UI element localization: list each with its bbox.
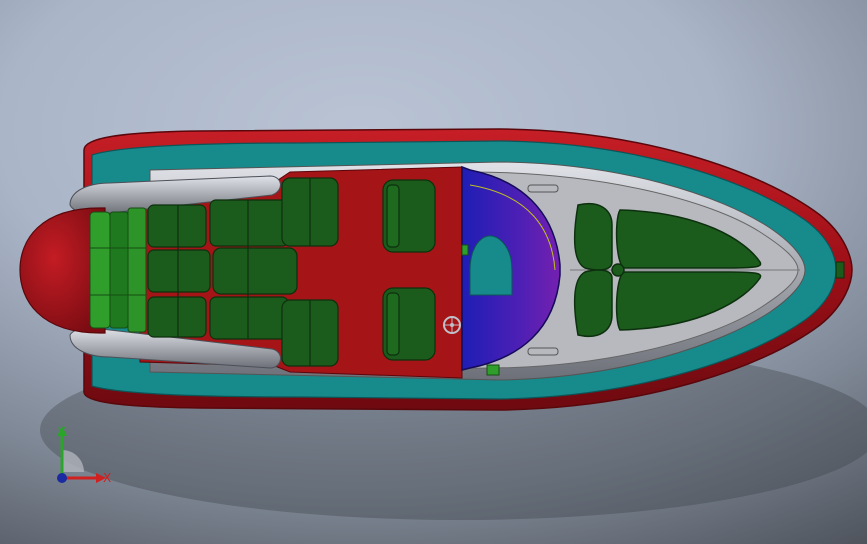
z-axis-dot: [57, 473, 67, 483]
x-axis-label: X: [103, 471, 111, 485]
boat-model[interactable]: [0, 0, 867, 544]
triad-arc: [62, 450, 84, 472]
steering-wheel-icon[interactable]: [443, 316, 461, 334]
3d-viewport[interactable]: Y X: [0, 0, 867, 544]
axis-triad: Y X: [57, 425, 111, 485]
stern-bench: [89, 207, 147, 333]
y-axis-label: Y: [57, 425, 66, 439]
